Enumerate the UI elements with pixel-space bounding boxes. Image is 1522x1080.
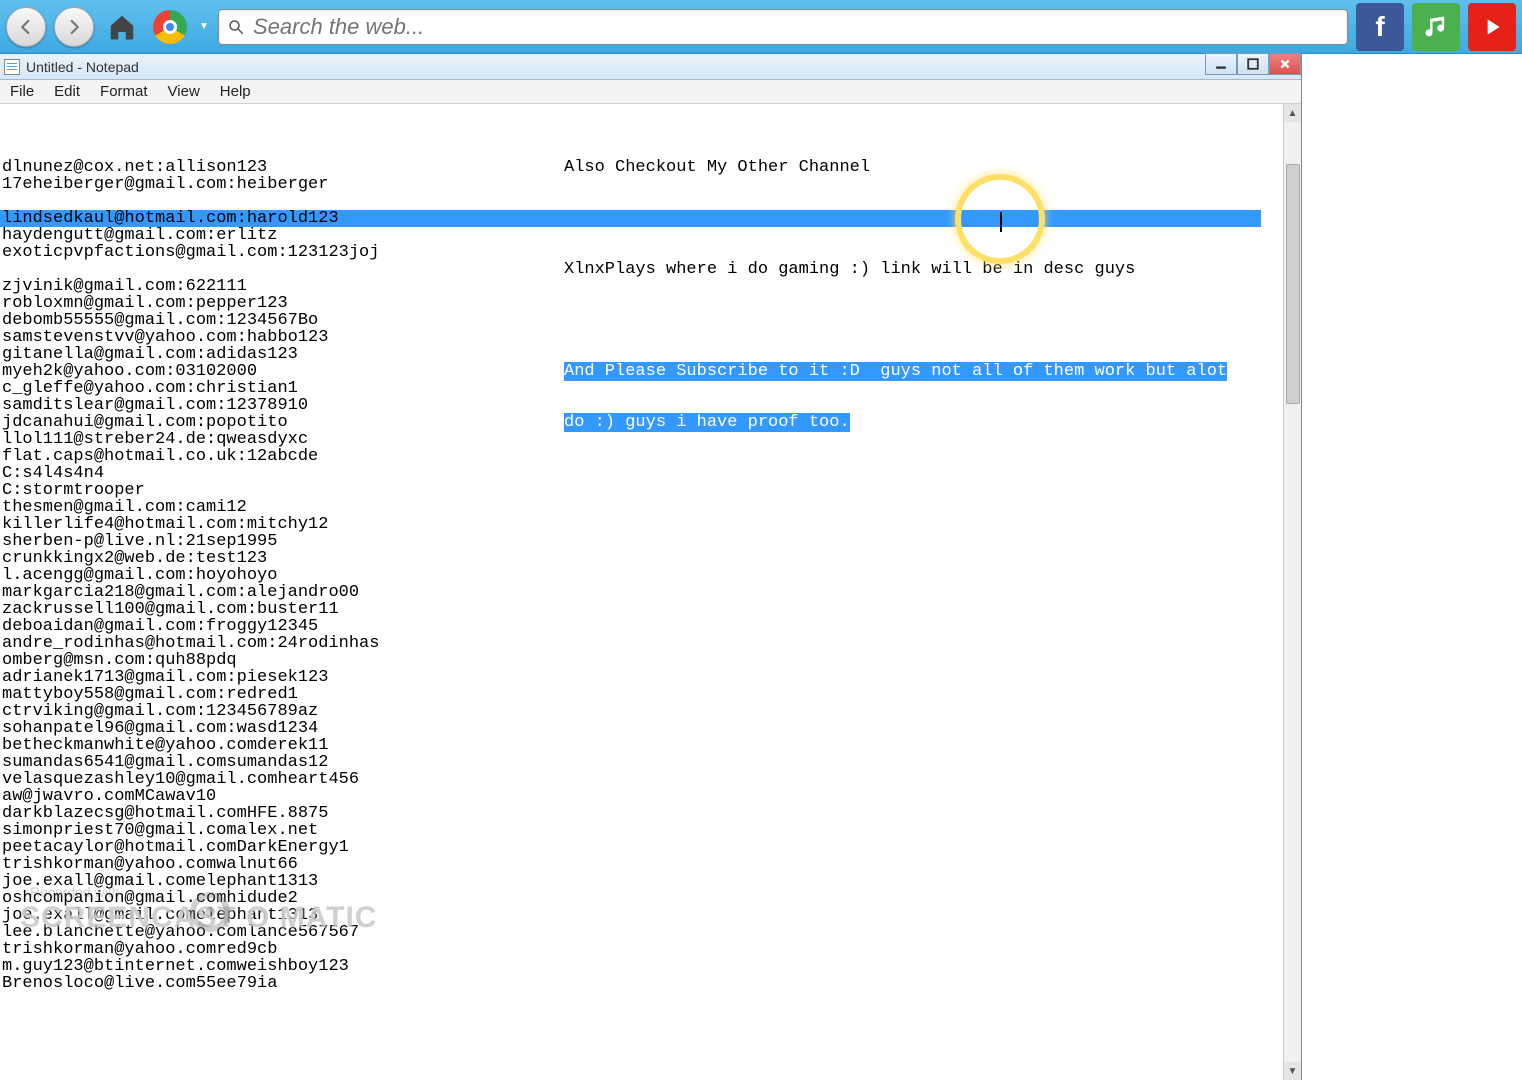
text-line: sohanpatel96@gmail.com:wasd1234	[2, 720, 1299, 737]
maximize-button[interactable]	[1237, 53, 1269, 75]
forward-button[interactable]	[54, 7, 94, 47]
chrome-dropdown[interactable]: ▼	[198, 10, 210, 44]
text-line: adrianek1713@gmail.com:piesek123	[2, 669, 1299, 686]
text-line: l.acengg@gmail.com:hoyohoyo	[2, 567, 1299, 584]
text-line: zackrussell100@gmail.com:buster11	[2, 601, 1299, 618]
text-line	[2, 193, 1299, 210]
text-line: haydengutt@gmail.com:erlitz	[2, 227, 1299, 244]
text-line: darkblazecsg@hotmail.comHFE.8875	[2, 805, 1299, 822]
text-line: crunkkingx2@web.de:test123	[2, 550, 1299, 567]
notepad-icon	[4, 59, 20, 75]
chrome-icon	[153, 10, 187, 44]
text-line: ctrviking@gmail.com:123456789az	[2, 703, 1299, 720]
notepad-window: Untitled - Notepad File Edit Format View…	[0, 54, 1302, 1080]
text-line: debomb55555@gmail.com:1234567Bo	[2, 312, 1299, 329]
chrome-button[interactable]	[150, 7, 190, 47]
facebook-button[interactable]: f	[1356, 3, 1404, 51]
text-line: 17eheiberger@gmail.com:heiberger	[2, 176, 1299, 193]
back-button[interactable]	[6, 7, 46, 47]
music-icon	[1422, 13, 1450, 41]
browser-toolbar: ▼ f	[0, 0, 1522, 54]
close-button[interactable]	[1269, 53, 1301, 75]
text-line: mattyboy558@gmail.com:redred1	[2, 686, 1299, 703]
text-line: lordbreydo@gmail.com:valleyforge	[2, 261, 1299, 278]
text-line: C:s4l4s4n4	[2, 465, 1299, 482]
text-line: lee.blanchette@yahoo.comlance567567	[2, 924, 1299, 941]
text-line: joe.exall@gmail.comelephant1313	[2, 907, 1299, 924]
text-line: sherben-p@live.nl:21sep1995	[2, 533, 1299, 550]
menu-edit[interactable]: Edit	[44, 80, 90, 103]
titlebar[interactable]: Untitled - Notepad	[0, 54, 1301, 80]
youtube-button[interactable]	[1468, 3, 1516, 51]
home-icon	[107, 12, 137, 42]
text-line: zjvinik@gmail.com:622111	[2, 278, 1299, 295]
close-icon	[1279, 58, 1291, 70]
minimize-icon	[1215, 58, 1227, 70]
text-line: C:stormtrooper	[2, 482, 1299, 499]
search-icon	[227, 18, 245, 36]
arrow-right-icon	[65, 18, 83, 36]
menu-file[interactable]: File	[0, 80, 44, 103]
scroll-down-button[interactable]: ▼	[1284, 1062, 1301, 1080]
minimize-button[interactable]	[1205, 53, 1237, 75]
menubar: File Edit Format View Help	[0, 80, 1301, 104]
menu-format[interactable]: Format	[90, 80, 158, 103]
text-line: trishkorman@yahoo.comwalnut66	[2, 856, 1299, 873]
text-line: joe.exall@gmail.comelephant1313	[2, 873, 1299, 890]
text-line: aw@jwavro.comMCawav10	[2, 788, 1299, 805]
text-line: sumandas6541@gmail.comsumandas12	[2, 754, 1299, 771]
text-area[interactable]: dlnunez@cox.net:allison12317eheiberger@g…	[0, 104, 1301, 1080]
text-line: robloxmn@gmail.com:pepper123	[2, 295, 1299, 312]
text-line: samditslear@gmail.com:12378910	[2, 397, 1299, 414]
text-line: killerlife4@hotmail.com:mitchy12	[2, 516, 1299, 533]
text-line: lindsedkaul@hotmail.com:harold123	[2, 210, 1299, 227]
text-line: c_gleffe@yahoo.com:christian1	[2, 380, 1299, 397]
window-controls	[1205, 53, 1301, 75]
text-line: thesmen@gmail.com:cami12	[2, 499, 1299, 516]
text-line: flat.caps@hotmail.co.uk:12abcde	[2, 448, 1299, 465]
text-line: exoticpvpfactions@gmail.com:123123joj	[2, 244, 1299, 261]
text-line: simonpriest70@gmail.comalex.net	[2, 822, 1299, 839]
text-line: samstevenstvv@yahoo.com:habbo123	[2, 329, 1299, 346]
scroll-up-button[interactable]: ▲	[1284, 104, 1301, 122]
text-line: m.guy123@btinternet.comweishboy123	[2, 958, 1299, 975]
text-line: myeh2k@yahoo.com:03102000	[2, 363, 1299, 380]
music-button[interactable]	[1412, 3, 1460, 51]
text-line: velasquezashley10@gmail.comheart456	[2, 771, 1299, 788]
text-line: Brenosloco@live.com55ee79ia	[2, 975, 1299, 992]
maximize-icon	[1247, 58, 1259, 70]
text-line: betheckmanwhite@yahoo.comderek11	[2, 737, 1299, 754]
text-line: jdcanahui@gmail.com:popotito	[2, 414, 1299, 431]
text-line: andre_rodinhas@hotmail.com:24rodinhas	[2, 635, 1299, 652]
window-title: Untitled - Notepad	[26, 59, 139, 75]
facebook-icon: f	[1375, 11, 1384, 43]
search-bar	[218, 9, 1348, 45]
arrow-left-icon	[17, 18, 35, 36]
home-button[interactable]	[102, 7, 142, 47]
text-line: omberg@msn.com:quh88pdq	[2, 652, 1299, 669]
text-line: peetacaylor@hotmail.comDarkEnergy1	[2, 839, 1299, 856]
search-input[interactable]	[253, 14, 1339, 40]
text-line: trishkorman@yahoo.comred9cb	[2, 941, 1299, 958]
text-line: dlnunez@cox.net:allison123	[2, 159, 1299, 176]
menu-view[interactable]: View	[158, 80, 210, 103]
text-line: markgarcia218@gmail.com:alejandro00	[2, 584, 1299, 601]
text-caret	[1000, 212, 1002, 232]
text-line: deboaidan@gmail.com:froggy12345	[2, 618, 1299, 635]
text-line: llol111@streber24.de:qweasdyxc	[2, 431, 1299, 448]
menu-help[interactable]: Help	[210, 80, 261, 103]
text-line: oshcompanion@gmail.comhidude2	[2, 890, 1299, 907]
play-icon	[1479, 14, 1505, 40]
text-line: gitanella@gmail.com:adidas123	[2, 346, 1299, 363]
